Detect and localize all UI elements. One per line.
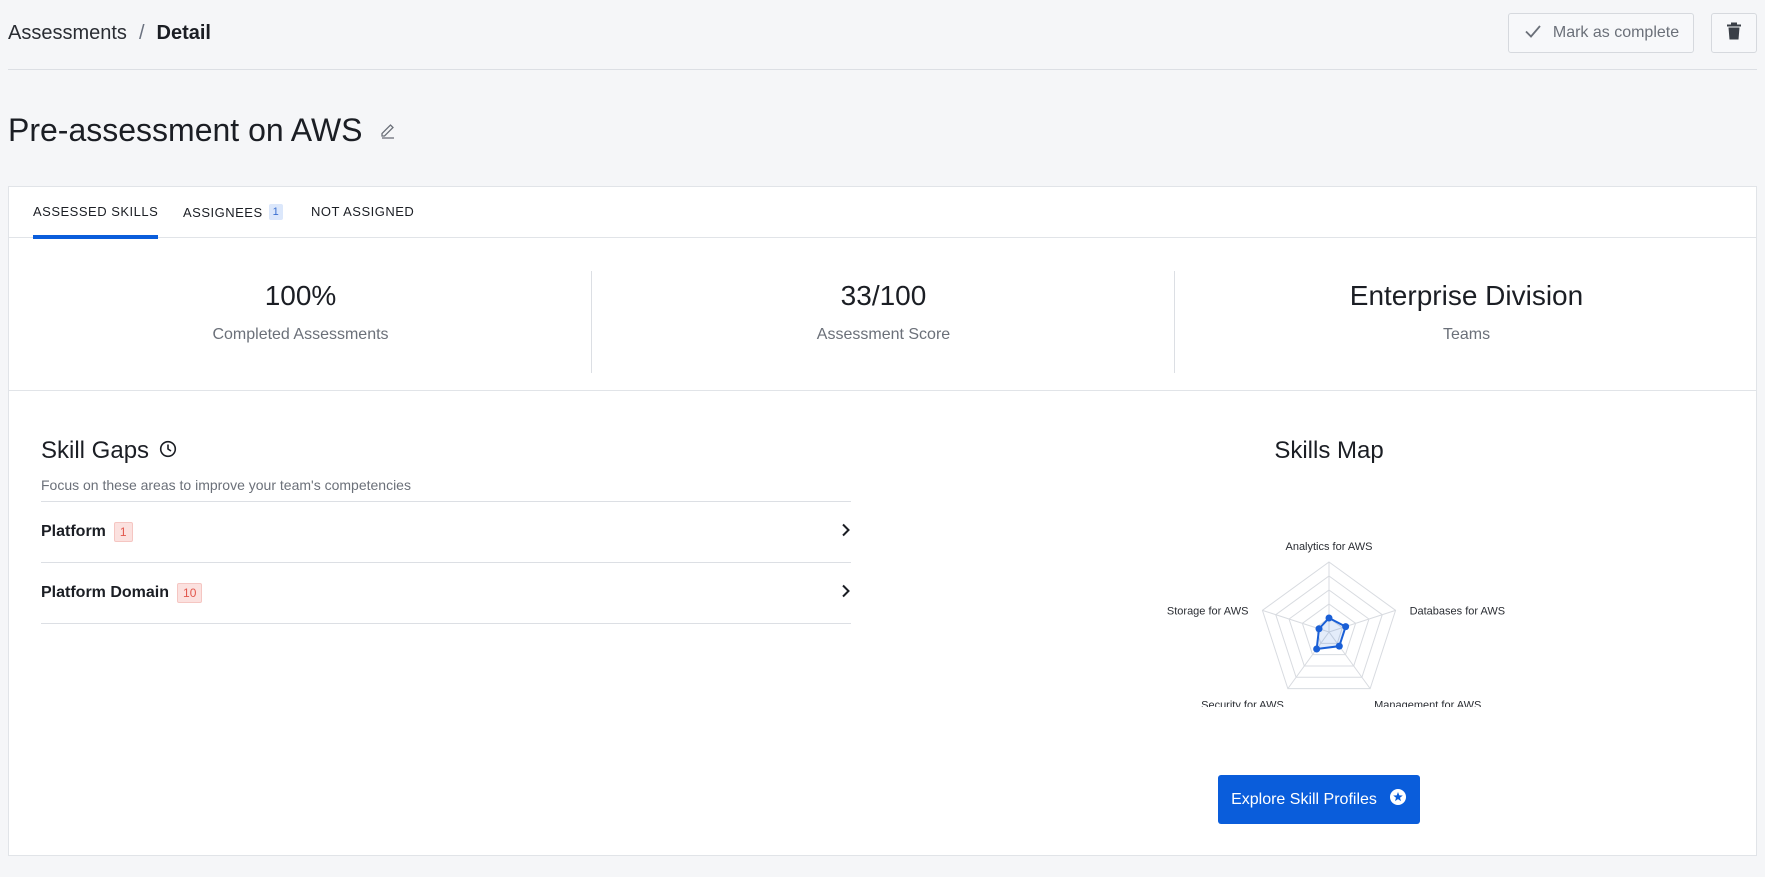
skills-radar-chart: Analytics for AWS Databases for AWS Manage… xyxy=(1167,541,1506,707)
stat-teams-value: Enterprise Division xyxy=(1349,280,1584,311)
tab-not-assigned-label: NOT ASSIGNED xyxy=(311,204,415,219)
page-title: Pre-assessment on AWS xyxy=(8,112,397,149)
stat-completed-label: Completed Assessments xyxy=(212,326,389,343)
tab-bar: ASSESSED SKILLS ASSIGNEES 1 NOT ASSIGNED xyxy=(9,187,1756,239)
tab-assessed-skills[interactable]: ASSESSED SKILLS xyxy=(33,204,159,239)
skill-gap-item-platform-domain[interactable]: Platform Domain 10 xyxy=(41,563,851,624)
clock-icon[interactable] xyxy=(159,437,177,465)
stat-teams-label: Teams xyxy=(1442,326,1491,343)
explore-skill-profiles-button[interactable]: Explore Skill Profiles xyxy=(1218,775,1420,824)
stats-row: 100% Completed Assessments 33/100 Assess… xyxy=(9,239,1756,391)
stat-completed-value: 100% xyxy=(264,280,337,311)
trash-icon xyxy=(1726,22,1742,45)
breadcrumb-current: Detail xyxy=(156,22,211,44)
tab-assignees-label: ASSIGNEES xyxy=(183,204,263,220)
skill-gap-item-platform[interactable]: Platform 1 xyxy=(41,502,851,563)
stat-teams: Enterprise Division Teams xyxy=(1175,239,1758,391)
skill-gap-label: Platform xyxy=(41,523,106,540)
skill-gap-label: Platform Domain xyxy=(41,584,170,601)
explore-skill-profiles-label: Explore Skill Profiles xyxy=(1231,790,1377,808)
mark-complete-label: Mark as complete xyxy=(1552,24,1680,41)
radar-axis-label: Analytics for AWS xyxy=(1285,541,1372,553)
skill-gaps-section: Skill Gaps Focus on these areas to impro… xyxy=(41,437,851,624)
chevron-right-icon xyxy=(841,523,851,542)
stat-completed: 100% Completed Assessments xyxy=(9,239,592,391)
radar-data-point xyxy=(1335,642,1343,650)
radar-axis-label: Storage for AWS xyxy=(1167,605,1249,617)
check-icon xyxy=(1523,21,1543,46)
assessment-card: ASSESSED SKILLS ASSIGNEES 1 NOT ASSIGNED… xyxy=(8,186,1757,856)
skill-gaps-subtitle: Focus on these areas to improve your tea… xyxy=(41,477,411,493)
skill-gap-list: Platform 1 Platform Domain 10 xyxy=(41,501,851,624)
breadcrumb-separator: / xyxy=(138,22,145,44)
tab-assignees[interactable]: ASSIGNEES 1 xyxy=(183,204,284,220)
skill-gap-count-badge: 1 xyxy=(113,522,133,542)
breadcrumb-assessments-link[interactable]: Assessments xyxy=(8,22,127,45)
tab-assessed-skills-label: ASSESSED SKILLS xyxy=(33,204,159,219)
radar-axis-label: Management for AWS xyxy=(1374,700,1481,707)
radar-axis-label: Databases for AWS xyxy=(1410,605,1506,617)
pencil-icon[interactable] xyxy=(379,122,397,140)
skill-gaps-title-text: Skill Gaps xyxy=(41,437,150,464)
stat-score-label: Assessment Score xyxy=(816,326,951,343)
star-circle-icon xyxy=(1389,788,1407,811)
skills-map-title: Skills Map xyxy=(1274,437,1384,464)
top-bar: Assessments / Detail Mark as complete xyxy=(8,0,1757,70)
radar-data-point xyxy=(1325,614,1333,622)
radar-data-point xyxy=(1313,645,1321,653)
tab-not-assigned[interactable]: NOT ASSIGNED xyxy=(311,204,414,219)
assignees-count-badge: 1 xyxy=(268,204,284,220)
skill-gaps-title: Skill Gaps xyxy=(41,437,851,465)
skill-gap-count-badge: 10 xyxy=(177,583,203,603)
radar-data-point xyxy=(1315,625,1323,633)
chevron-right-icon xyxy=(841,584,851,603)
delete-button[interactable] xyxy=(1711,13,1757,53)
stat-score-value: 33/100 xyxy=(840,280,927,311)
mark-complete-button[interactable]: Mark as complete xyxy=(1508,13,1694,53)
breadcrumb: Assessments / Detail xyxy=(8,22,211,45)
page-title-text: Pre-assessment on AWS xyxy=(8,112,363,148)
radar-axis-label: Security for AWS xyxy=(1201,700,1284,707)
stat-score: 33/100 Assessment Score xyxy=(592,239,1175,391)
radar-data-point xyxy=(1342,623,1350,631)
